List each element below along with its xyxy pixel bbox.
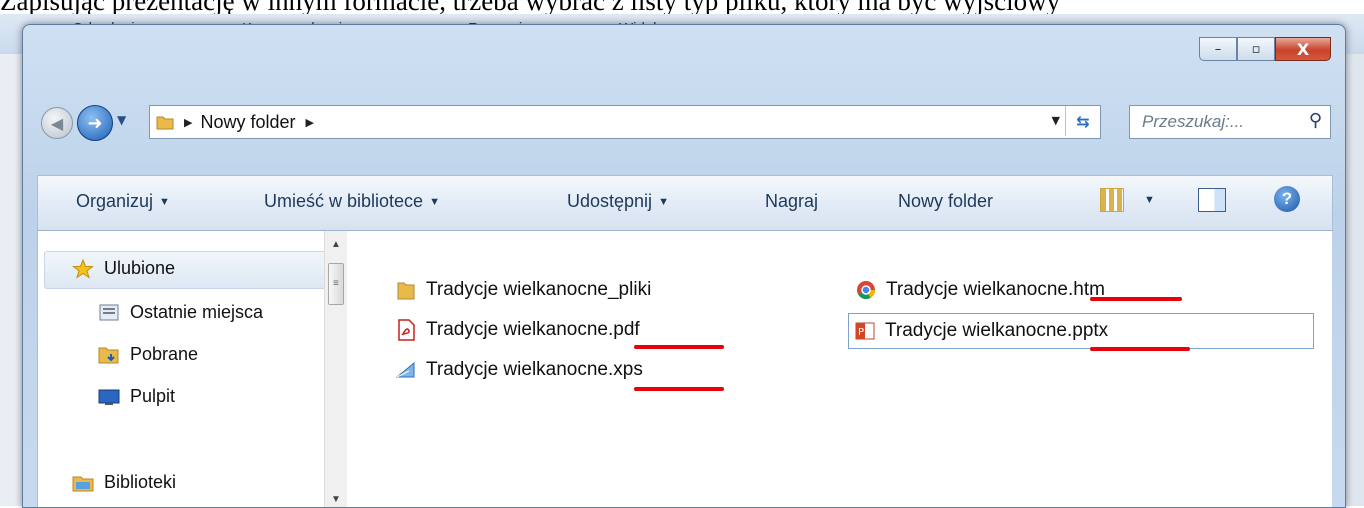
folder-icon: [156, 116, 174, 130]
nav-item-label: Pobrane: [130, 344, 199, 364]
refresh-button[interactable]: ⇆: [1065, 106, 1100, 136]
svg-text:P: P: [858, 327, 864, 338]
nav-item-label: Biblioteki: [104, 472, 177, 492]
file-item[interactable]: Tradycje wielkanocne.pdf: [396, 319, 640, 341]
share-menu[interactable]: Udostępnij ▼: [567, 191, 669, 212]
star-icon: [72, 258, 94, 279]
file-item[interactable]: Tradycje wielkanocne.htm: [856, 279, 1105, 301]
file-name: Tradycje wielkanocne.htm: [886, 279, 1105, 300]
breadcrumb-separator-icon[interactable]: ▶: [184, 116, 192, 129]
desktop-icon: [98, 387, 120, 407]
nav-item-label: Ulubione: [104, 258, 176, 278]
help-icon[interactable]: ?: [1274, 186, 1300, 212]
background-left-edge: [0, 54, 23, 506]
chrome-icon: [856, 279, 876, 301]
view-options-dropdown-icon[interactable]: ▼: [1144, 194, 1155, 206]
include-in-library-menu[interactable]: Umieść w bibliotece ▼: [264, 191, 440, 212]
content-area: Ulubione Ostatnie miejsca Pobrane Pulpit: [37, 231, 1332, 507]
file-item-selected[interactable]: P Tradycje wielkanocne.pptx: [848, 313, 1314, 349]
nav-item-favorites[interactable]: Ulubione: [72, 258, 175, 279]
file-name: Tradycje wielkanocne_pliki: [426, 279, 652, 300]
search-box[interactable]: Przeszukaj:... ⚲: [1129, 105, 1331, 139]
libraries-icon: [72, 473, 94, 493]
search-placeholder: Przeszukaj:...: [1142, 112, 1245, 131]
red-underline-pdf: [634, 345, 724, 349]
chevron-down-icon: ▼: [159, 196, 170, 208]
window-controls: – ▫ X: [1199, 37, 1331, 61]
nav-item-libraries[interactable]: Biblioteki: [72, 472, 176, 493]
back-button[interactable]: ◀: [41, 107, 73, 139]
recent-places-icon: [98, 303, 120, 323]
red-underline-xps: [634, 387, 724, 391]
file-name: Tradycje wielkanocne.pdf: [426, 319, 640, 340]
file-name: Tradycje wielkanocne.xps: [426, 359, 643, 380]
forward-button[interactable]: ➜: [77, 105, 113, 141]
powerpoint-icon: P: [855, 320, 875, 342]
forward-arrow-icon: ➜: [87, 112, 103, 134]
address-dropdown-icon[interactable]: ▼: [1052, 114, 1060, 127]
pdf-icon: [396, 319, 416, 341]
nav-item-label: Pulpit: [130, 386, 176, 406]
nav-item-desktop[interactable]: Pulpit: [98, 386, 175, 407]
xps-icon: [395, 359, 416, 381]
refresh-icon: ⇆: [1076, 111, 1090, 131]
nav-item-recent-places[interactable]: Ostatnie miejsca: [98, 302, 263, 323]
red-underline-htm: [1090, 297, 1182, 301]
file-item[interactable]: Tradycje wielkanocne.xps: [395, 359, 643, 381]
address-bar[interactable]: ▶ Nowy folder ▶ ▼ ⇆: [149, 105, 1101, 139]
burn-button[interactable]: Nagraj: [765, 191, 818, 212]
chevron-down-icon: ▼: [658, 196, 669, 208]
breadcrumb-separator-icon[interactable]: ▶: [306, 116, 314, 129]
minimize-button[interactable]: –: [1199, 37, 1237, 61]
red-underline-pptx: [1090, 347, 1190, 351]
new-folder-button[interactable]: Nowy folder: [898, 191, 993, 212]
nav-pane-scrollbar[interactable]: ▲ ≡ ▼: [324, 231, 347, 507]
scroll-thumb[interactable]: ≡: [328, 263, 344, 305]
downloads-folder-icon: [98, 345, 120, 365]
recent-pages-dropdown[interactable]: ▼: [117, 113, 126, 127]
explorer-window: – ▫ X ◀ ➜ ▼ ▶ Nowy folder ▶ ▼ ⇆ Przeszuk…: [22, 24, 1346, 508]
maximize-button[interactable]: ▫: [1237, 37, 1275, 61]
scroll-down-icon[interactable]: ▼: [331, 494, 341, 505]
close-button[interactable]: X: [1275, 37, 1331, 61]
nav-item-label: Ostatnie miejsca: [130, 302, 264, 322]
file-item[interactable]: Tradycje wielkanocne_pliki: [396, 279, 651, 301]
nav-item-downloads[interactable]: Pobrane: [98, 344, 198, 365]
folder-icon: [396, 279, 416, 301]
breadcrumb-nowy-folder[interactable]: Nowy folder: [200, 112, 295, 133]
organize-menu[interactable]: Organizuj ▼: [76, 191, 170, 212]
view-options-icon[interactable]: [1100, 188, 1124, 212]
navigation-pane: Ulubione Ostatnie miejsca Pobrane Pulpit: [38, 231, 348, 507]
search-icon[interactable]: ⚲: [1309, 110, 1322, 131]
preview-pane-icon[interactable]: [1198, 188, 1226, 212]
navigation-row: ◀ ➜ ▼ ▶ Nowy folder ▶ ▼ ⇆ Przeszukaj:...…: [33, 101, 1333, 141]
back-arrow-icon: ◀: [50, 113, 64, 133]
command-bar: Organizuj ▼ Umieść w bibliotece ▼ Udostępn…: [37, 175, 1333, 231]
file-name: Tradycje wielkanocne.pptx: [885, 320, 1109, 341]
chevron-down-icon: ▼: [429, 196, 440, 208]
scroll-up-icon[interactable]: ▲: [331, 239, 341, 250]
background-right-edge: [1346, 54, 1364, 506]
